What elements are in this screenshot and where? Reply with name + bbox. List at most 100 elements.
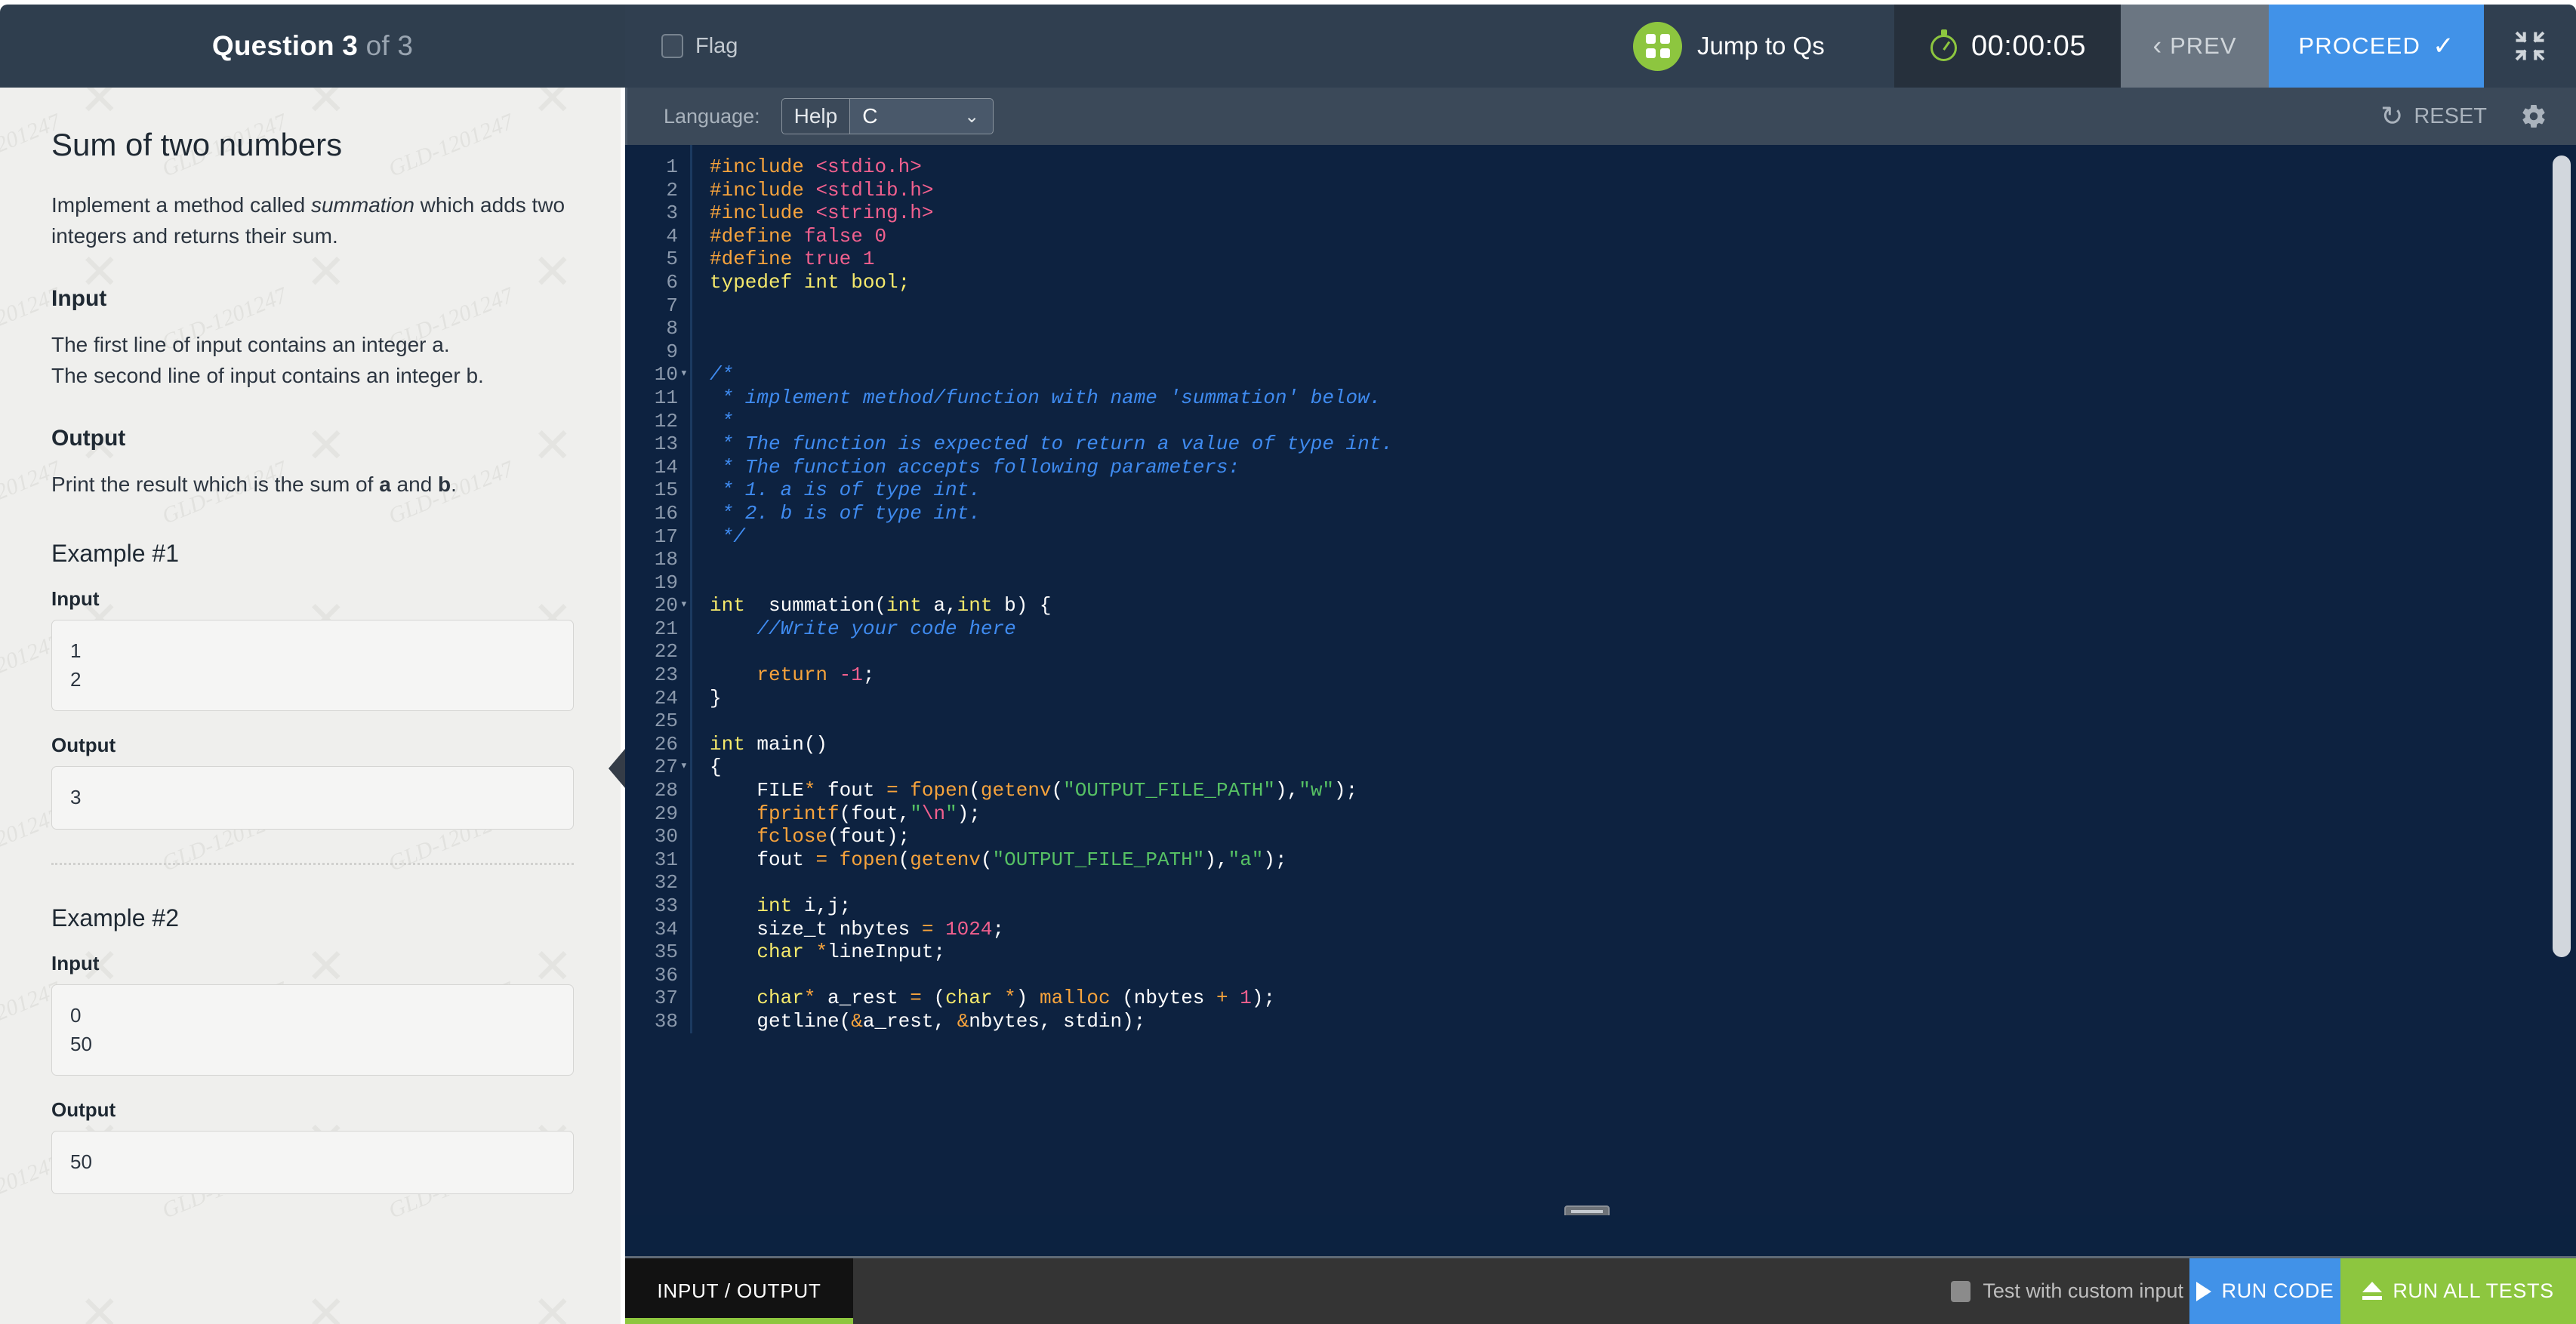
line-number: 7 [666,294,678,317]
code-token: <stdlib.h> [815,178,934,202]
code-token: /* [710,363,734,386]
code-token: typedef int bool; [710,270,911,294]
settings-button[interactable] [2520,103,2547,130]
code-token: 1 [1240,987,1252,1010]
code-line: * The function is expected to return a v… [710,433,2576,456]
chevron-down-icon: ⌄ [964,106,980,127]
code-line: fclose(fout); [710,825,2576,848]
statement-part-1: Implement a method called [51,193,311,217]
code-token: ), [1275,779,1299,802]
output-description: Print the result which is the sum of a a… [51,470,574,500]
code-token: \n [921,802,946,825]
code-token: a_rest, [862,1009,957,1033]
code-token: + [1216,987,1228,1010]
code-token: ); [1263,848,1287,871]
proceed-button-label: PROCEED [2298,32,2421,59]
language-select-value: C [862,104,878,128]
jump-to-questions-label: Jump to Qs [1697,32,1825,60]
code-token: fprintf [756,802,840,825]
code-token: ( [980,848,993,871]
drag-handle-icon[interactable] [1564,1205,1610,1215]
custom-input-checkbox[interactable] [1951,1280,1971,1302]
line-number: 37 [654,987,678,1010]
run-code-button[interactable]: RUN CODE [2189,1258,2340,1324]
flag-toggle[interactable]: Flag [661,34,738,59]
code-line: char* a_rest = (char *) malloc (nbytes +… [710,987,2576,1010]
help-button[interactable]: Help [781,98,850,134]
flag-checkbox[interactable] [661,34,683,58]
fullscreen-collapse-button[interactable] [2484,5,2576,88]
custom-input-toggle[interactable]: Test with custom input [1951,1258,2189,1324]
code-token: char [756,941,804,964]
timer-value: 00:00:05 [1971,29,2086,62]
check-icon: ✓ [2433,32,2454,60]
flag-label: Flag [695,33,738,58]
code-editor[interactable]: 1 2 3 4 5 6 7 8 9 10 ▾ 11 12 13 14 15 16 17 18 19 20 ▾ 21 22 23 2… [625,145,2576,1215]
run-all-tests-button[interactable]: RUN ALL TESTS [2340,1258,2576,1324]
prev-button[interactable]: ‹ PREV [2121,5,2269,88]
watermark-mark-icon: ✕ [532,1286,573,1324]
line-number: 1 [666,155,678,178]
code-token: " [910,802,922,825]
code-token: false [803,224,863,248]
line-number: 36 [654,963,678,987]
code-line: * [710,410,2576,433]
code-line: * The function accepts following paramet… [710,456,2576,479]
code-token: main() [744,732,828,756]
line-number: 30 [654,825,678,848]
line-number: 22 [654,640,678,664]
proceed-button[interactable]: PROCEED ✓ [2269,5,2484,88]
top-bar-actions: Flag Jump to Qs 00:00:05 ‹ PREV PROCEED … [625,5,2576,88]
code-token: int [710,732,745,756]
code-content[interactable]: #include <stdio.h> #include <stdlib.h> #in… [690,155,2576,1033]
line-number: 5 [666,248,678,271]
fold-toggle-icon[interactable]: ▾ [680,363,688,386]
code-line: size_t nbytes = 1024; [710,918,2576,941]
code-token: a, [921,594,957,617]
code-line: FILE* fout = fopen(getenv("OUTPUT_FILE_P… [710,779,2576,802]
code-token: ; [862,664,875,687]
panel-edge [621,88,625,1324]
code-line: char *lineInput; [710,941,2576,964]
fold-toggle-icon[interactable]: ▾ [680,594,688,617]
code-token: " [945,802,957,825]
code-token: * [803,987,816,1010]
collapse-left-arrow-icon[interactable] [609,749,625,788]
reset-button-label: RESET [2414,103,2487,128]
code-token: int [886,594,922,617]
code-token: int [756,894,793,917]
fold-toggle-icon[interactable]: ▾ [680,756,688,779]
line-number: 27 ▾ [654,756,688,779]
top-bar-right-group: 00:00:05 ‹ PREV PROCEED ✓ [1894,5,2576,88]
code-token: * The function is expected to return a v… [710,433,1393,456]
language-select[interactable]: C ⌄ [849,98,994,134]
gutter-divider [690,145,692,1033]
example-output-value: 3 [51,766,574,830]
question-total: of 3 [365,30,414,61]
code-token: (fout, [839,802,911,825]
line-number: 35 [654,941,678,964]
code-token: 1024 [945,917,993,941]
code-token: #include [710,202,816,225]
jump-to-questions-button[interactable]: Jump to Qs [1633,5,1825,88]
tab-input-output[interactable]: INPUT / OUTPUT [625,1258,853,1324]
code-editor-panel: Language: Help C ⌄ ↻ RESET 1 2 3 4 5 6 7… [625,88,2576,1324]
output-part-2: and [390,473,439,497]
reset-button[interactable]: ↻ RESET [2380,102,2487,129]
example-output-value: 50 [51,1131,574,1195]
code-token: (fout); [827,825,911,848]
code-line: fout = fopen(getenv("OUTPUT_FILE_PATH"),… [710,848,2576,872]
code-token: * implement method/function with name 's… [710,386,1382,409]
editor-scrollbar[interactable] [2553,155,2571,957]
line-number: 31 [654,848,678,871]
custom-input-label: Test with custom input [1983,1279,2183,1302]
code-token: <stdio.h> [815,155,922,178]
